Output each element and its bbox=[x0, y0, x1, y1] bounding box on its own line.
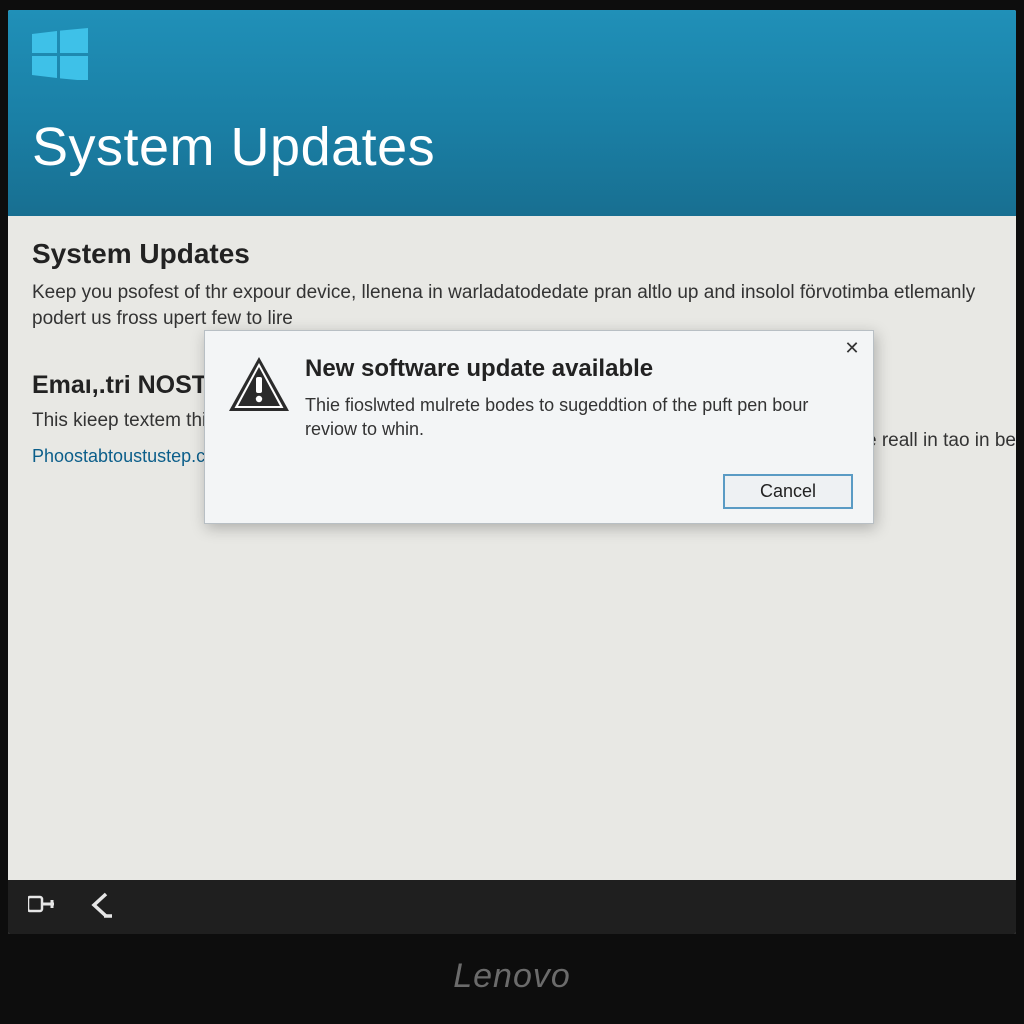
monitor-brand-label: Lenovo bbox=[453, 957, 571, 996]
dialog-message: Thie fioslwted mulrete bodes to sugeddti… bbox=[305, 393, 851, 442]
taskbar bbox=[8, 880, 1016, 934]
content-paragraph: Keep you psofest of thr expour device, l… bbox=[32, 280, 992, 331]
screen: System Updates System Updates Keep you p… bbox=[8, 10, 1016, 934]
header-banner: System Updates bbox=[8, 10, 1016, 216]
back-icon[interactable] bbox=[86, 890, 116, 925]
close-icon[interactable]: ✕ bbox=[841, 337, 863, 359]
windows-logo-icon bbox=[32, 28, 88, 80]
banner-title: System Updates bbox=[32, 116, 992, 178]
dialog-title: New software update available bbox=[305, 355, 851, 383]
warning-icon bbox=[227, 355, 291, 442]
cancel-button[interactable]: Cancel bbox=[723, 474, 853, 509]
content-heading: System Updates bbox=[32, 238, 992, 270]
accessibility-icon[interactable] bbox=[28, 893, 56, 922]
content-area: System Updates Keep you psofest of thr e… bbox=[8, 216, 1016, 880]
update-dialog: ✕ New software update available Thie fio… bbox=[204, 330, 874, 524]
